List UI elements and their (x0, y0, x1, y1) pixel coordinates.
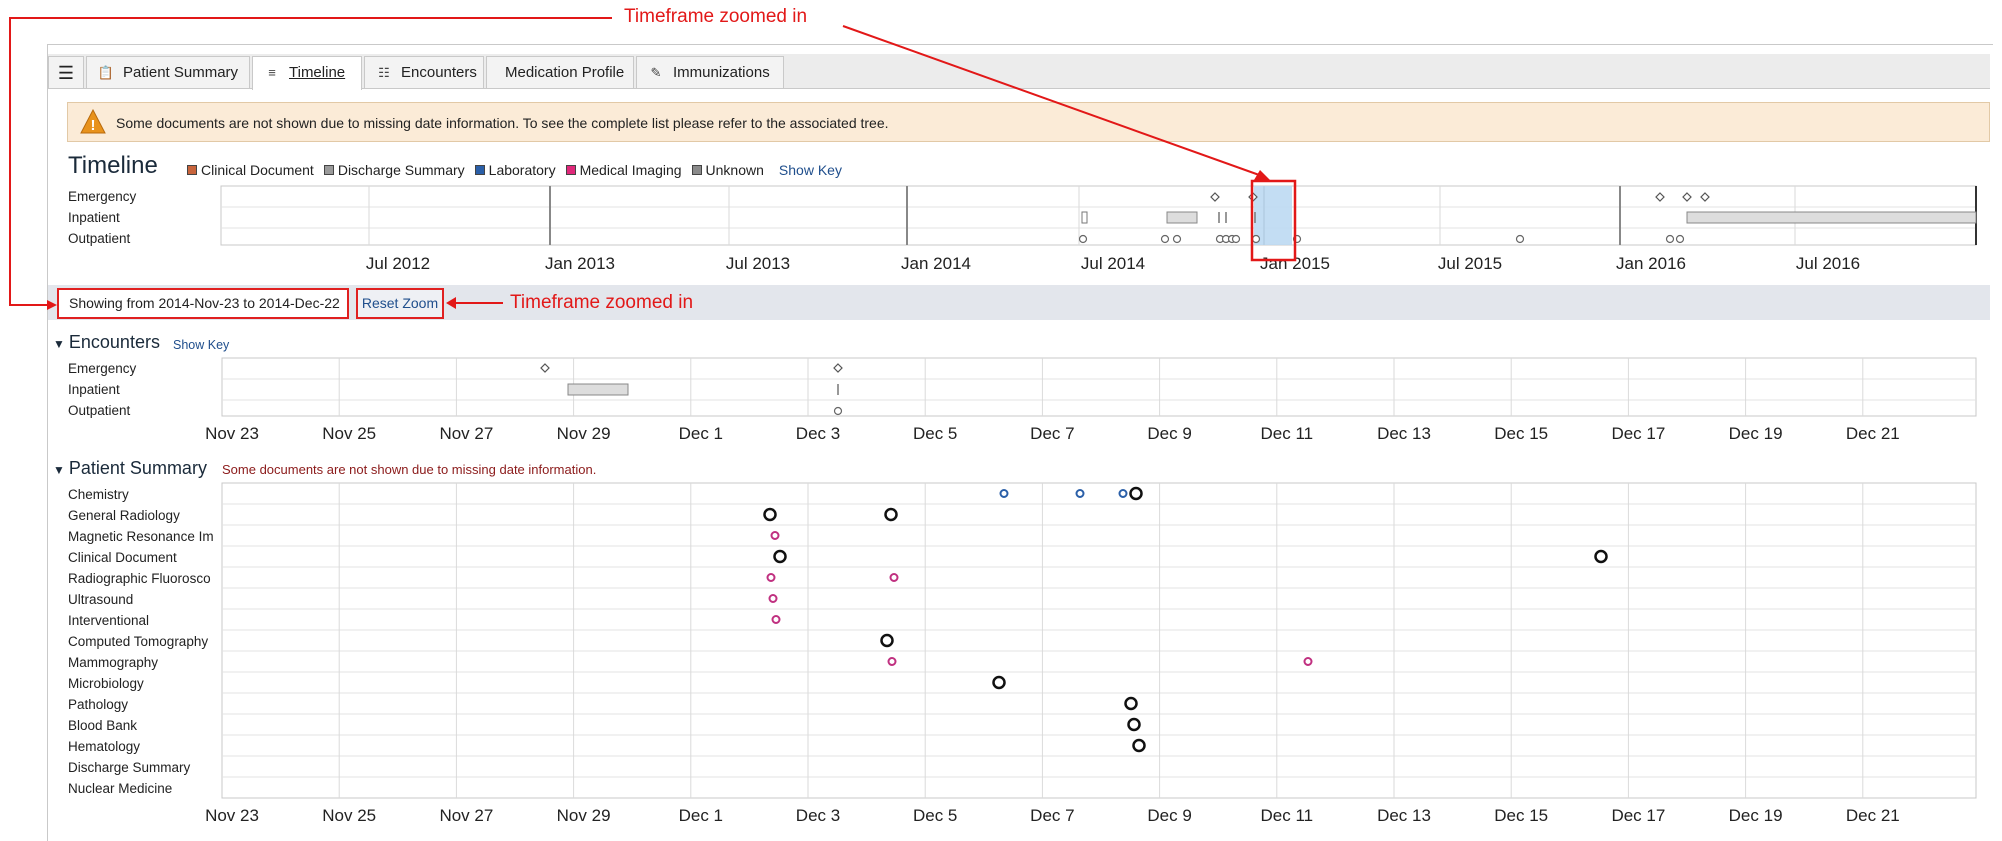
patient-summary-marker (1124, 696, 1138, 711)
outpatient-marker (1292, 234, 1302, 244)
patient-summary-marker (1129, 486, 1143, 501)
outpatient-marker (1251, 234, 1261, 244)
outpatient-marker (1231, 234, 1241, 244)
outpatient-marker (1515, 234, 1525, 244)
timeline-charts (220, 185, 1977, 799)
patient-summary-marker (1127, 717, 1141, 732)
zoom-highlight (1254, 186, 1292, 245)
inpatient-bar (567, 383, 629, 396)
patient-summary-marker (889, 573, 899, 582)
outpatient-marker (1160, 234, 1170, 244)
patient-summary-marker (773, 549, 787, 564)
inpatient-bar (1686, 211, 1977, 224)
encounters-frame (221, 357, 1977, 417)
patient-summary-marker (880, 633, 894, 648)
patient-summary-marker (1594, 549, 1608, 564)
patient-summary-marker (763, 507, 777, 522)
outpatient-marker (1675, 234, 1685, 244)
patient-summary-marker (771, 615, 781, 624)
outpatient-marker (1665, 234, 1675, 244)
patient-summary-marker (992, 675, 1006, 690)
inpatient-bar (1081, 211, 1088, 224)
inpatient-bar (1166, 211, 1198, 224)
patient-summary-marker (999, 489, 1009, 498)
patient-summary-marker (1132, 738, 1146, 753)
patient-summary-marker (887, 657, 897, 666)
patient-summary-marker (1118, 489, 1128, 498)
outpatient-marker (1172, 234, 1182, 244)
patient-summary-marker (768, 594, 778, 603)
patient-summary-marker (884, 507, 898, 522)
patient-summary-marker (1075, 489, 1085, 498)
patient-summary-marker (766, 573, 776, 582)
patient-summary-marker (1303, 657, 1313, 666)
outpatient-marker (833, 406, 843, 416)
outpatient-marker (1078, 234, 1088, 244)
patient-summary-marker (770, 531, 780, 540)
patient-summary-frame (221, 482, 1977, 799)
